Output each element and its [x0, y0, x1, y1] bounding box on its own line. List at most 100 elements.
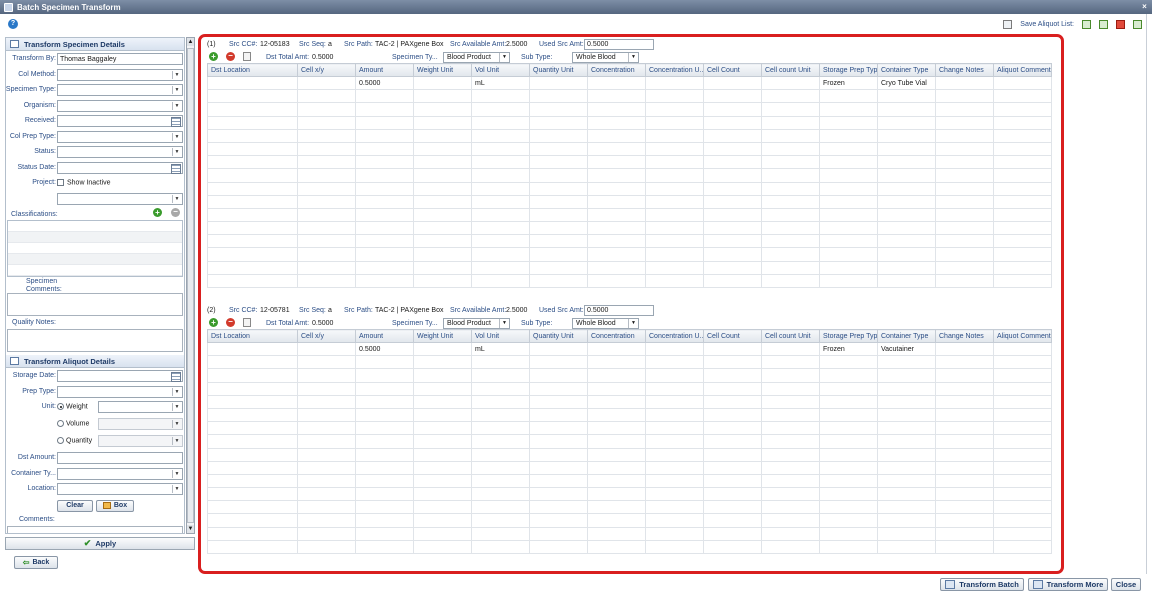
copy-row-icon[interactable]: [243, 52, 251, 61]
table-cell[interactable]: [355, 234, 414, 249]
apply-button[interactable]: ✔ Apply: [5, 537, 195, 550]
table-cell[interactable]: [529, 89, 588, 104]
table-row[interactable]: 0.5000 mL Frozen Cryo Tube Vial: [207, 75, 1052, 91]
table-cell[interactable]: [529, 141, 588, 157]
table-cell[interactable]: [529, 128, 588, 143]
table-cell[interactable]: [819, 355, 878, 370]
table-cell[interactable]: [207, 355, 298, 370]
table-cell[interactable]: Cryo Tube Vial: [877, 75, 936, 91]
table-cell[interactable]: [529, 341, 588, 357]
table-cell[interactable]: [587, 221, 646, 236]
table-cell[interactable]: mL: [471, 341, 530, 357]
table-cell[interactable]: [587, 539, 646, 555]
table-cell[interactable]: [819, 207, 878, 223]
table-cell[interactable]: [993, 168, 1052, 183]
table-cell[interactable]: [819, 89, 878, 104]
table-cell[interactable]: [993, 500, 1052, 515]
table-cell[interactable]: [471, 500, 530, 515]
table-cell[interactable]: [587, 155, 646, 170]
table-cell[interactable]: [207, 89, 298, 104]
table-cell[interactable]: [645, 141, 704, 157]
table-cell[interactable]: [207, 102, 298, 117]
table-cell[interactable]: [877, 368, 936, 383]
specimen-type-select[interactable]: [57, 84, 183, 96]
table-cell[interactable]: [471, 221, 530, 236]
table-cell[interactable]: [645, 434, 704, 449]
table-cell[interactable]: [703, 355, 762, 370]
table-cell[interactable]: [207, 394, 298, 409]
table-cell[interactable]: [993, 421, 1052, 436]
table-cell[interactable]: [703, 447, 762, 462]
table-cell[interactable]: [355, 447, 414, 462]
table-cell[interactable]: [413, 539, 472, 555]
table-cell[interactable]: [761, 141, 820, 157]
table-cell[interactable]: [587, 141, 646, 157]
received-date-field[interactable]: [57, 115, 183, 127]
table-cell[interactable]: [471, 273, 530, 289]
dst-amount-field[interactable]: [57, 452, 183, 464]
table-cell[interactable]: [355, 128, 414, 143]
table-cell[interactable]: [993, 89, 1052, 104]
table-cell[interactable]: [993, 260, 1052, 275]
table-cell[interactable]: [413, 260, 472, 275]
table-cell[interactable]: [471, 539, 530, 555]
table-cell[interactable]: [761, 526, 820, 541]
table-cell[interactable]: [529, 394, 588, 409]
table-cell[interactable]: [645, 102, 704, 117]
table-cell[interactable]: [645, 421, 704, 436]
table-cell[interactable]: [413, 89, 472, 104]
table-cell[interactable]: [819, 168, 878, 183]
table-cell[interactable]: [529, 221, 588, 236]
storage-date-field[interactable]: [57, 370, 183, 382]
table-cell[interactable]: [935, 168, 994, 183]
table-cell[interactable]: [413, 421, 472, 436]
table-cell[interactable]: [819, 247, 878, 262]
table-cell[interactable]: [297, 394, 356, 409]
table-cell[interactable]: [355, 513, 414, 528]
table-cell[interactable]: [207, 434, 298, 449]
table-cell[interactable]: [529, 473, 588, 489]
table-cell[interactable]: [413, 168, 472, 183]
table-cell[interactable]: [877, 381, 936, 396]
table-row[interactable]: [207, 181, 1052, 196]
remove-row-icon[interactable]: −: [226, 318, 235, 327]
table-row[interactable]: [207, 513, 1052, 528]
table-cell[interactable]: [761, 421, 820, 436]
table-cell[interactable]: [645, 526, 704, 541]
table-cell[interactable]: [297, 341, 356, 357]
project-select[interactable]: [57, 192, 183, 205]
table-cell[interactable]: [761, 487, 820, 502]
table-cell[interactable]: [993, 221, 1052, 236]
table-cell[interactable]: [355, 526, 414, 541]
table-cell[interactable]: [761, 407, 820, 423]
column-header[interactable]: Cell Count: [703, 329, 762, 343]
table-cell[interactable]: [819, 128, 878, 143]
table-cell[interactable]: [993, 273, 1052, 289]
table-cell[interactable]: [819, 115, 878, 130]
location-select[interactable]: [57, 483, 183, 495]
table-cell[interactable]: [587, 341, 646, 357]
used-src-amount-input[interactable]: 0.5000: [584, 39, 654, 50]
table-cell[interactable]: [297, 75, 356, 91]
table-row[interactable]: [207, 447, 1052, 462]
table-cell[interactable]: [413, 115, 472, 130]
table-cell[interactable]: [877, 460, 936, 475]
table-cell[interactable]: [529, 260, 588, 275]
table-cell[interactable]: [297, 526, 356, 541]
table-cell[interactable]: [703, 234, 762, 249]
column-header[interactable]: Container Type: [877, 329, 936, 343]
table-cell[interactable]: [819, 500, 878, 515]
table-cell[interactable]: [207, 539, 298, 555]
table-cell[interactable]: [877, 194, 936, 209]
table-cell[interactable]: [355, 155, 414, 170]
table-cell[interactable]: [587, 273, 646, 289]
table-cell[interactable]: [413, 500, 472, 515]
table-cell[interactable]: [471, 434, 530, 449]
column-header[interactable]: Storage Prep Type: [819, 329, 878, 343]
table-row[interactable]: [207, 394, 1052, 409]
table-cell[interactable]: [207, 234, 298, 249]
table-cell[interactable]: [761, 394, 820, 409]
table-cell[interactable]: [645, 460, 704, 475]
column-header[interactable]: Change Notes: [935, 329, 994, 343]
table-row[interactable]: [207, 500, 1052, 515]
